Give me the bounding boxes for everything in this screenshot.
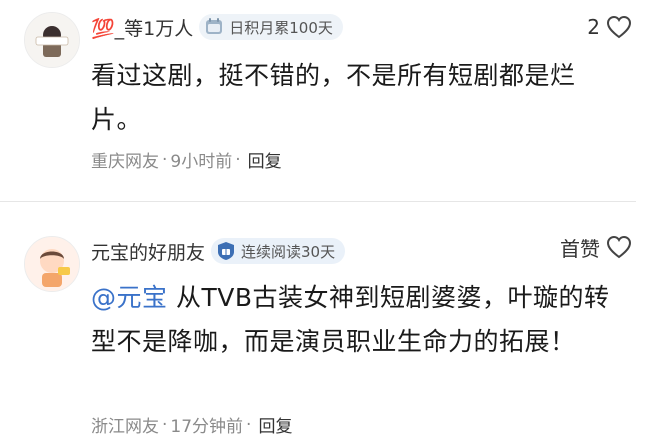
badge-label: 日积月累100天 [229, 18, 333, 37]
timestamp: 9小时前 [170, 152, 233, 172]
separator: · [162, 414, 168, 435]
reading-badge-icon [218, 242, 235, 260]
comment-header: 元宝的好朋友 连续阅读30天 [91, 236, 346, 266]
comment-item: 💯_等1万人 日积月累100天 2 看过这剧，挺不错的，不是所有短剧都是烂片。 … [0, 0, 660, 200]
reply-button[interactable]: 回复 [248, 147, 282, 172]
comment-meta: 重庆网友 · 9小时前 · 回复 [91, 147, 282, 173]
reply-button[interactable]: 回复 [258, 412, 292, 437]
username[interactable]: 💯_等1万人 [91, 14, 193, 41]
calendar-badge-icon [206, 18, 223, 34]
avatar[interactable] [24, 12, 80, 68]
separator: · [246, 414, 252, 435]
like-button[interactable]: 首赞 [560, 232, 632, 262]
username[interactable]: 元宝的好朋友 [91, 238, 205, 265]
achievement-badge[interactable]: 日积月累100天 [199, 14, 343, 40]
avatar[interactable] [24, 236, 80, 292]
location: 浙江网友 [91, 417, 159, 437]
comment-meta: 浙江网友 · 17分钟前 · 回复 [91, 412, 292, 438]
first-like-label: 首赞 [560, 236, 600, 261]
achievement-badge[interactable]: 连续阅读30天 [211, 238, 346, 264]
badge-label: 连续阅读30天 [241, 242, 336, 261]
heart-icon [606, 15, 632, 39]
mention-link[interactable]: @元宝 [91, 283, 168, 312]
avatar-illustration [25, 13, 79, 67]
divider [0, 201, 636, 202]
like-count: 2 [587, 15, 600, 39]
like-button[interactable]: 2 [587, 12, 632, 42]
comment-text: @元宝 从TVB古装女神到短剧婆婆，叶璇的转型不是降咖，而是演员职业生命力的拓展… [91, 276, 621, 364]
avatar-illustration [25, 237, 79, 291]
separator: · [235, 149, 241, 170]
comment-body: 从TVB古装女神到短剧婆婆，叶璇的转型不是降咖，而是演员职业生命力的拓展！ [91, 283, 610, 356]
location: 重庆网友 [91, 152, 159, 172]
timestamp: 17分钟前 [170, 417, 244, 437]
heart-icon [606, 235, 632, 259]
comment-text: 看过这剧，挺不错的，不是所有短剧都是烂片。 [91, 61, 576, 134]
separator: · [162, 149, 168, 170]
comment-header: 💯_等1万人 日积月累100天 [91, 12, 343, 42]
